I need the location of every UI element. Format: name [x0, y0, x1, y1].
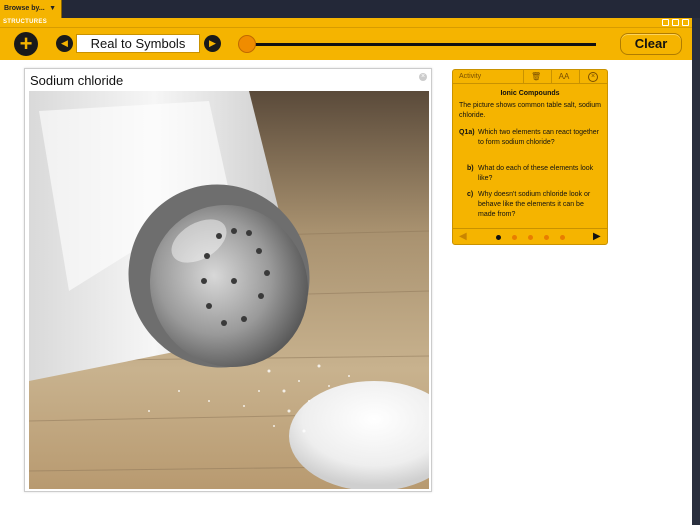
triangle-down-icon: ▼: [49, 5, 56, 12]
question-text: Which two elements can react together to…: [478, 129, 600, 146]
close-icon[interactable]: ×: [588, 72, 598, 82]
triangle-left-icon: ◀: [61, 38, 68, 48]
activity-label: Activity: [459, 73, 482, 80]
image-title: Sodium chloride: [30, 73, 124, 88]
browse-by-label: Browse by...: [4, 5, 45, 12]
question-1c: c) Why doesn't sodium chloride look or b…: [459, 190, 605, 220]
window-close-icon[interactable]: [682, 19, 689, 26]
slider-track[interactable]: [246, 43, 596, 46]
page-dot[interactable]: [528, 235, 533, 240]
activity-header: Activity 🗑 AA ×: [453, 70, 607, 84]
triangle-left-icon[interactable]: ◀: [459, 231, 467, 242]
activity-panel: Activity 🗑 AA × Ionic Compounds The pict…: [452, 69, 608, 245]
page-dot[interactable]: [512, 235, 517, 240]
question-number: c): [467, 191, 474, 198]
clear-button[interactable]: Clear: [620, 33, 682, 55]
question-number: b): [467, 165, 474, 172]
question-number: Q1a): [459, 129, 475, 136]
page-dot[interactable]: [560, 235, 565, 240]
browse-by-button[interactable]: Browse by... ▼: [0, 0, 62, 18]
add-button[interactable]: +: [14, 32, 38, 56]
triangle-right-icon: ▶: [209, 38, 216, 48]
plus-icon: +: [19, 31, 33, 56]
image-panel: Sodium chloride ×: [24, 68, 432, 492]
maximize-icon[interactable]: [672, 19, 679, 26]
close-icon[interactable]: ×: [419, 73, 427, 81]
question-1b: b) What do each of these elements look l…: [459, 164, 605, 184]
text-size-icon[interactable]: AA: [557, 72, 571, 82]
minimize-icon[interactable]: [662, 19, 669, 26]
mode-label: Real to Symbols: [76, 34, 200, 53]
previous-mode-button[interactable]: ◀: [56, 35, 73, 52]
trash-icon[interactable]: 🗑: [531, 72, 541, 82]
activity-title: Ionic Compounds: [500, 90, 560, 97]
question-text: What do each of these elements look like…: [478, 165, 594, 182]
question-1a: Q1a) Which two elements can react togeth…: [459, 128, 605, 158]
page-dot[interactable]: [544, 235, 549, 240]
toolbar: + ◀ Real to Symbols ▶ Clear: [0, 28, 692, 60]
question-text: Why doesn't sodium chloride look or beha…: [478, 191, 591, 218]
next-mode-button[interactable]: ▶: [204, 35, 221, 52]
slider-thumb[interactable]: [238, 35, 256, 53]
structures-app: STRUCTURES + ◀ Real to Symbols ▶ Clear S…: [0, 18, 700, 525]
right-edge-strip: [692, 18, 700, 525]
app-title-bar: STRUCTURES: [0, 18, 692, 28]
page-dot[interactable]: [496, 235, 501, 240]
activity-pagination: ◀ ▶: [453, 228, 607, 244]
activity-intro: The picture shows common table salt, sod…: [459, 102, 602, 119]
triangle-right-icon[interactable]: ▶: [593, 231, 601, 242]
app-title: STRUCTURES: [3, 19, 48, 25]
salt-shaker-photo: [29, 91, 429, 489]
os-top-bar: Browse by... ▼: [0, 0, 700, 18]
